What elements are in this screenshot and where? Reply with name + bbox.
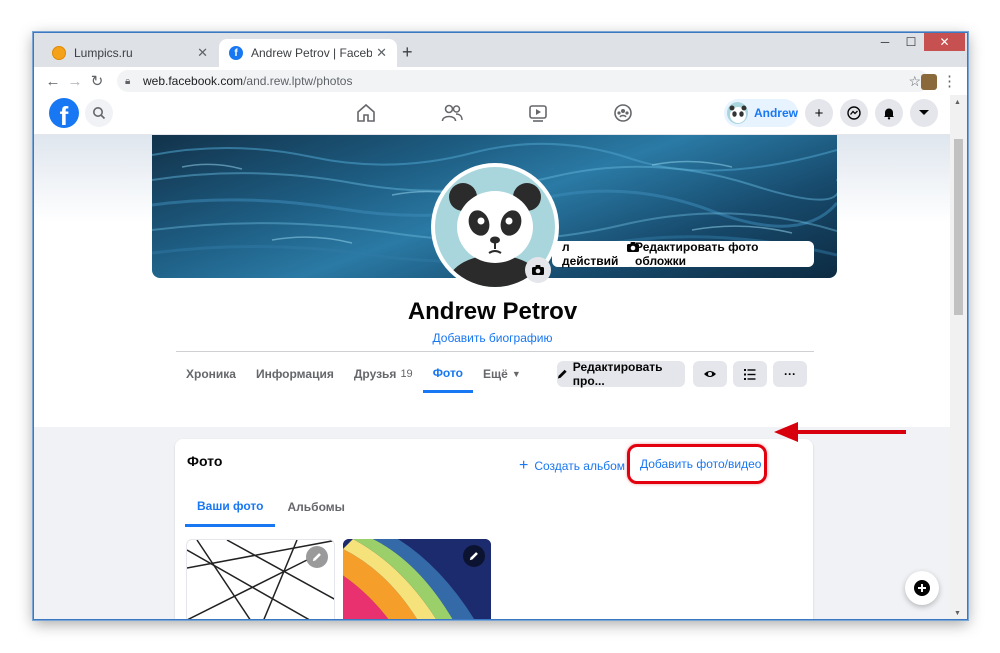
add-bio-link[interactable]: Добавить биографию	[34, 331, 951, 345]
edit-profile-label: Редактировать про...	[572, 360, 663, 388]
edit-photo-pencil-icon[interactable]	[463, 545, 485, 567]
home-icon[interactable]	[352, 101, 380, 125]
watch-icon[interactable]	[524, 101, 552, 125]
tab-friends[interactable]: Друзья 19	[344, 355, 423, 393]
scroll-up-icon[interactable]: ▲	[954, 99, 961, 106]
new-message-plus-icon[interactable]	[905, 571, 939, 605]
reload-icon[interactable]: ↻	[86, 72, 108, 90]
actions-log-label: л действий	[562, 240, 619, 268]
activity-list-icon[interactable]	[733, 361, 767, 387]
navigation-bar: ← → ↻ 🔒︎ web.facebook.com/and.rew.lptw/p…	[34, 67, 967, 95]
minimize-button[interactable]: ─	[872, 33, 898, 51]
extension-icon[interactable]	[921, 74, 937, 90]
photos-title: Фото	[187, 453, 223, 469]
search-icon[interactable]	[85, 99, 113, 127]
profile-tabs: Хроника Информация Друзья 19 Фото Ещё ▼	[176, 355, 531, 393]
browser-menu-icon[interactable]: ⋮	[942, 72, 957, 90]
tab-label: Хроника	[186, 367, 236, 381]
create-album-label: Создать альбом	[534, 459, 626, 473]
tab-label: Друзья	[353, 367, 397, 381]
divider	[176, 351, 814, 352]
new-tab-button[interactable]: +	[402, 42, 413, 63]
photo-thumbnail[interactable]	[186, 539, 335, 619]
url-host: web.facebook.com	[143, 74, 244, 88]
address-bar[interactable]: 🔒︎ web.facebook.com/and.rew.lptw/photos …	[117, 70, 929, 92]
tab-photos[interactable]: Фото	[422, 355, 474, 393]
facebook-header: f Andrew +	[34, 95, 951, 135]
tab-about[interactable]: Информация	[246, 355, 344, 393]
groups-icon[interactable]	[609, 101, 637, 125]
create-plus-icon[interactable]: +	[805, 99, 833, 127]
facebook-favicon-icon: f	[229, 46, 243, 60]
tab-timeline[interactable]: Хроника	[176, 355, 246, 393]
account-menu-icon[interactable]	[910, 99, 938, 127]
facebook-logo-icon[interactable]: f	[49, 98, 79, 128]
browser-tab-lumpics[interactable]: Lumpics.ru ✕	[42, 39, 218, 67]
pencil-icon	[557, 369, 567, 379]
scroll-down-icon[interactable]: ▼	[954, 610, 961, 617]
tab-title: Lumpics.ru	[74, 46, 133, 60]
edit-profile-button[interactable]: Редактировать про...	[557, 360, 685, 388]
messenger-icon[interactable]	[840, 99, 868, 127]
subtab-albums[interactable]: Альбомы	[275, 487, 356, 527]
edit-cover-label: Редактировать фото обложки	[635, 240, 759, 268]
tab-label: Информация	[255, 367, 334, 381]
update-avatar-camera-icon[interactable]	[525, 257, 551, 283]
profile-page: л действий Редактировать фото обложки An…	[34, 135, 951, 619]
friends-count: 19	[400, 368, 413, 380]
tab-strip: Lumpics.ru ✕ f Andrew Petrov | Facebook …	[34, 33, 967, 67]
tab-more[interactable]: Ещё ▼	[473, 355, 531, 393]
bookmark-star-icon[interactable]: ☆	[908, 73, 921, 90]
browser-tab-facebook[interactable]: f Andrew Petrov | Facebook ✕	[219, 39, 397, 67]
edit-cover-photo-button[interactable]: Редактировать фото обложки	[626, 240, 814, 268]
edit-photo-pencil-icon[interactable]	[306, 546, 328, 568]
red-arrow-icon	[774, 422, 906, 442]
tab-label: Ещё	[483, 367, 508, 381]
back-icon[interactable]: ←	[42, 73, 64, 90]
tab-title: Andrew Petrov | Facebook	[251, 46, 372, 60]
camera-icon	[627, 242, 639, 252]
browser-window: Lumpics.ru ✕ f Andrew Petrov | Facebook …	[33, 32, 968, 620]
add-photo-video-link[interactable]: Добавить фото/видео	[640, 457, 761, 471]
profile-chip[interactable]: Andrew	[724, 99, 798, 127]
caret-down-icon: ▼	[511, 369, 521, 379]
close-window-button[interactable]: ✕	[924, 33, 965, 51]
forward-icon[interactable]: →	[64, 73, 86, 90]
notifications-bell-icon[interactable]	[875, 99, 903, 127]
page-scrollbar[interactable]: ▲ ▼	[950, 95, 967, 619]
avatar	[727, 102, 748, 124]
photo-thumbnail[interactable]	[343, 539, 491, 619]
user-name: Andrew	[753, 106, 798, 120]
subtab-your-photos[interactable]: Ваши фото	[185, 487, 276, 527]
create-album-link[interactable]: + Создать альбом	[519, 457, 625, 475]
friends-icon[interactable]	[438, 101, 466, 125]
profile-name: Andrew Petrov	[407, 298, 578, 325]
profile-header: л действий Редактировать фото обложки An…	[34, 135, 951, 427]
maximize-button[interactable]: ☐	[898, 33, 924, 51]
scrollbar-thumb[interactable]	[954, 139, 963, 315]
photos-card: Фото + Создать альбом Добавить фото/виде…	[175, 439, 813, 619]
view-as-eye-icon[interactable]	[693, 361, 727, 387]
more-options-icon[interactable]: ···	[773, 361, 807, 387]
photos-subtabs: Ваши фото Альбомы	[185, 487, 357, 527]
close-tab-icon[interactable]: ✕	[376, 45, 387, 61]
plus-icon: +	[519, 457, 529, 474]
url-path: /and.rew.lptw/photos	[243, 74, 353, 88]
lumpics-favicon-icon	[52, 46, 66, 60]
actions-log-button[interactable]: л действий	[552, 240, 635, 268]
tab-label: Фото	[432, 365, 464, 380]
close-tab-icon[interactable]: ✕	[197, 45, 208, 61]
lock-icon: 🔒︎	[125, 75, 131, 87]
